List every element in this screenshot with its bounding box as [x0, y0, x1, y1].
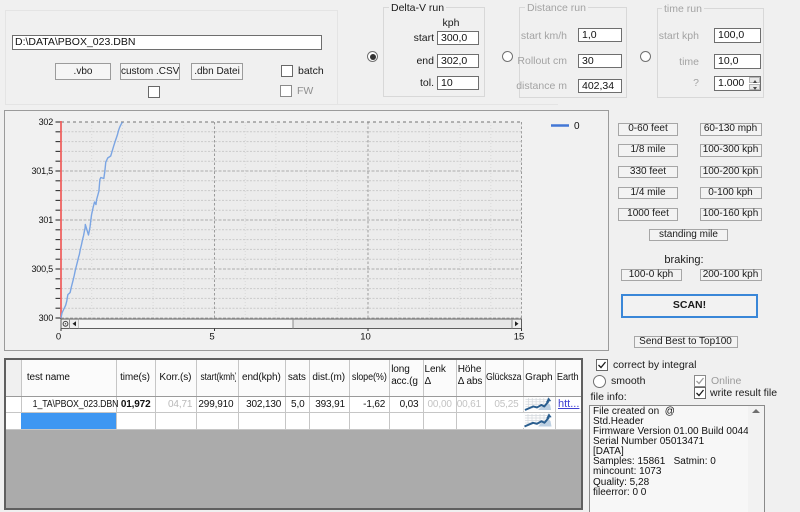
svg-text:302: 302 — [39, 117, 54, 127]
svg-text:0: 0 — [56, 332, 61, 343]
svg-text:15: 15 — [514, 332, 525, 343]
svg-text:301: 301 — [39, 215, 54, 225]
svg-text:301,5: 301,5 — [31, 166, 53, 176]
svg-text:300,5: 300,5 — [31, 264, 53, 274]
svg-text:300: 300 — [39, 313, 54, 323]
svg-text:0: 0 — [574, 121, 580, 132]
svg-text:10: 10 — [360, 332, 371, 343]
svg-text:5: 5 — [209, 332, 214, 343]
